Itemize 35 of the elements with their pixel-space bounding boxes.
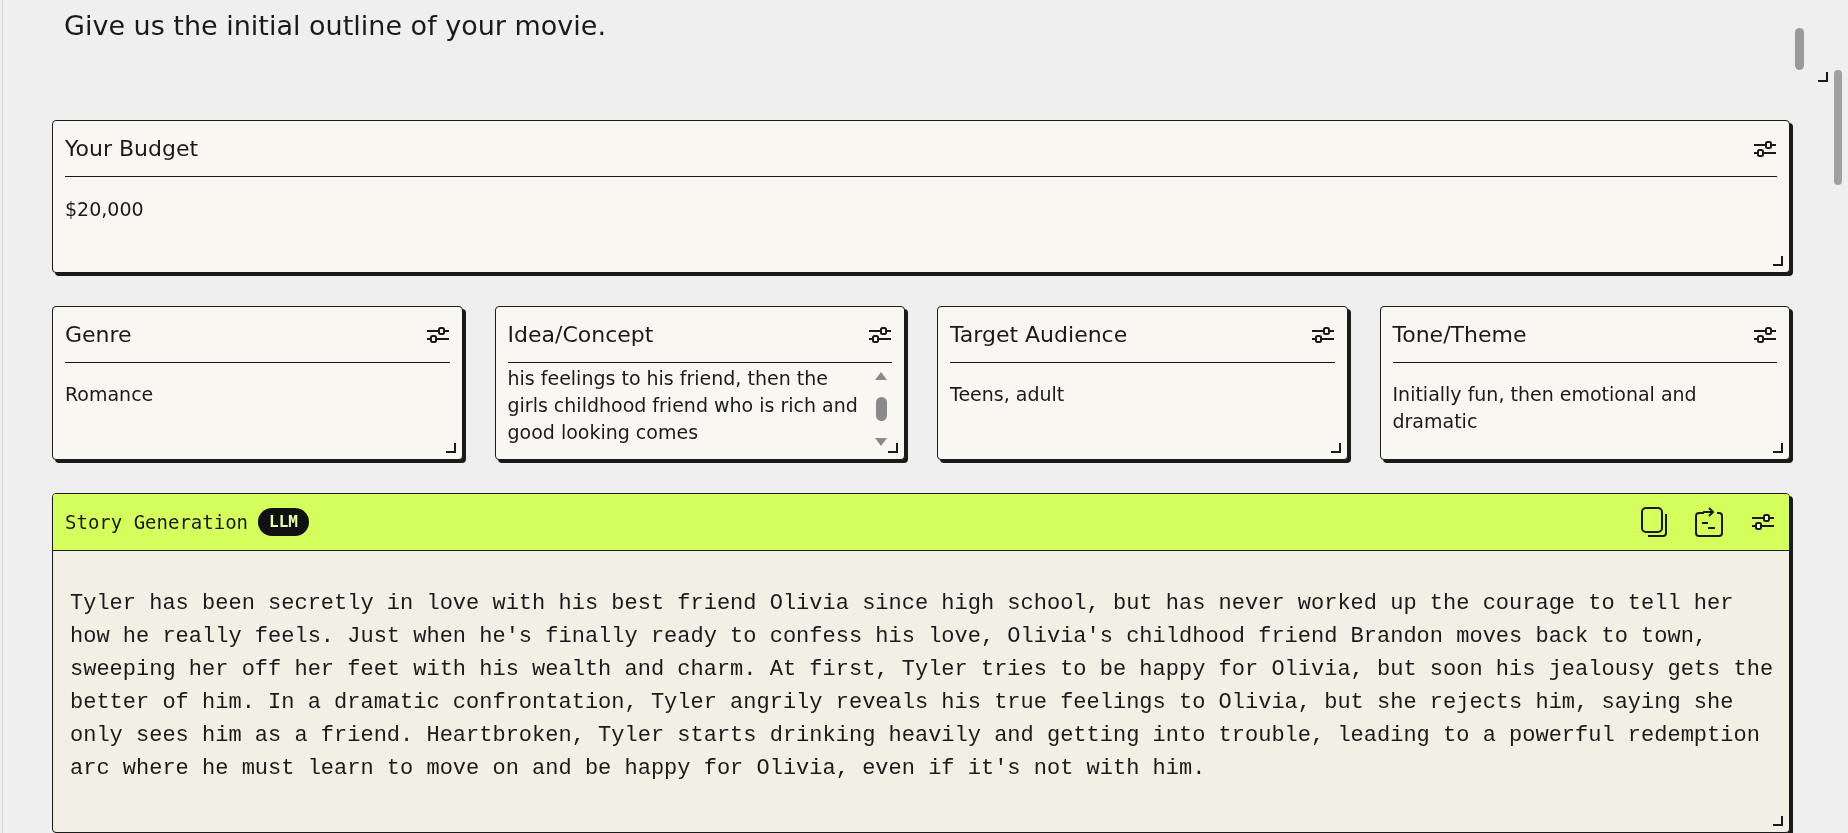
story-title: Story Generation [65, 509, 249, 535]
scroll-up-icon[interactable] [874, 371, 888, 381]
settings-icon[interactable] [868, 324, 892, 345]
card-title: Tone/Theme [1392, 321, 1527, 349]
field-text: Initially fun, then emotional and dramatic [1392, 382, 1698, 434]
field-text: his feelings to his friend, then the [507, 366, 829, 391]
resize-handle-icon[interactable] [1773, 816, 1783, 826]
resize-handle-icon[interactable] [1818, 72, 1828, 82]
card-title: Idea/Concept [507, 321, 654, 349]
resize-handle-icon[interactable] [888, 443, 898, 453]
card-title: Your Budget [65, 135, 199, 163]
resize-handle-icon[interactable] [445, 443, 456, 453]
settings-icon[interactable] [1753, 324, 1777, 345]
card-title: Genre [65, 321, 132, 349]
swap-icon[interactable] [1695, 507, 1723, 537]
resize-handle-icon[interactable] [1773, 443, 1783, 453]
field-text: good looking comes [507, 420, 700, 445]
scrollbar-thumb[interactable] [875, 397, 887, 421]
settings-icon[interactable] [1310, 324, 1335, 345]
resize-handle-icon[interactable] [1330, 443, 1341, 453]
story-text: Tyler has been secretly in love with his best friend Olivia since high school, but has never worked up the courage to tell her how he really feels. Just when he's finally ready to confess his love, Olivia's childhood friend Brandon moves back to town, sweeping her off her feet with his wealth and charm. At first, Tyler tries to be happy for Olivia, but soon his jealousy gets the better of him. In a dramatic confrontation, Tyler angrily reveals his true feelings to Olivia, but she rejects him, saying she only sees him as a friend. Heartbroken, Tyler starts drinking heavily and getting into trouble, leading to a powerful redemption arc where he must learn to move on and be happy for Olivia, even if it's not with him. [70, 590, 1775, 783]
scrollbar-thumb[interactable] [1795, 28, 1804, 70]
settings-icon[interactable] [425, 324, 450, 345]
field-text: Teens, adult [950, 382, 1066, 407]
settings-icon[interactable] [1753, 138, 1777, 159]
budget-value: $20,000 [65, 198, 144, 220]
scrollbar-thumb[interactable] [1834, 70, 1842, 185]
settings-icon[interactable] [1751, 512, 1775, 532]
card-title: Target Audience [950, 321, 1128, 349]
field-text: Romance [65, 382, 155, 407]
resize-handle-icon[interactable] [1773, 256, 1783, 266]
copy-icon[interactable] [1641, 507, 1667, 537]
field-text: girls childhood friend who is rich and [507, 393, 859, 418]
llm-badge: LLM [258, 508, 309, 536]
intro-text: Give us the initial outline of your movie. [64, 10, 606, 41]
